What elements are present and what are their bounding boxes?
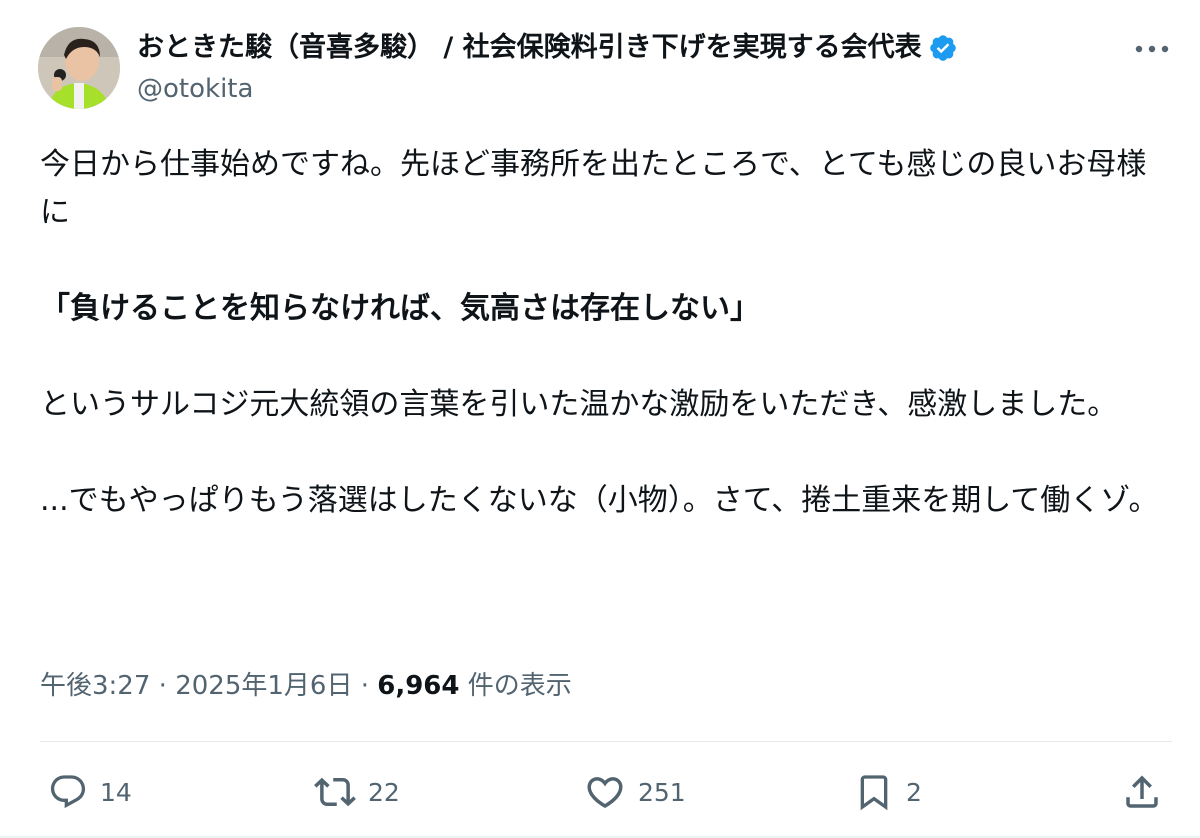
retweet-arrows-icon [314, 777, 356, 807]
tweet-paragraph-2: というサルコジ元大統領の言葉を引いた温かな激励をいただき、感激しました。 [40, 387, 1118, 422]
author-handle[interactable]: @otokita [137, 72, 253, 106]
verified-badge-icon [928, 33, 958, 63]
reply-count: 14 [100, 777, 132, 807]
tweet-time[interactable]: 午後3:27 [40, 671, 150, 701]
reply-bubble-icon [50, 775, 86, 809]
retweet-count: 22 [368, 777, 400, 807]
tweet-paragraph-1: 今日から仕事始めですね。先ほど事務所を出たところで、とても感じの良いお母様に [40, 147, 1147, 230]
more-options-button[interactable] [1130, 36, 1174, 62]
divider [40, 741, 1172, 742]
display-name-text: おときた駿（音喜多駿） / 社会保険料引き下げを実現する会代表 [137, 32, 922, 63]
bookmark-count: 2 [906, 777, 922, 807]
more-dots-icon [1135, 45, 1169, 53]
avatar-image [38, 27, 120, 109]
views-label: 件の表示 [459, 671, 572, 701]
share-button[interactable] [1121, 764, 1163, 820]
tweet-date[interactable]: 2025年1月6日 [175, 671, 352, 701]
author-display-name[interactable]: おときた駿（音喜多駿） / 社会保険料引き下げを実現する会代表 [137, 30, 958, 66]
retweet-button[interactable]: 22 [314, 764, 400, 820]
like-button[interactable]: 251 [584, 764, 686, 820]
bookmark-button[interactable]: 2 [854, 764, 922, 820]
tweet-quote: 「負けることを知らなければ、気高さは存在しない」 [40, 291, 760, 326]
like-count: 251 [638, 777, 686, 807]
heart-icon [587, 777, 623, 809]
tweet-meta: 午後3:27 · 2025年1月6日 · 6,964 件の表示 [40, 666, 572, 706]
bookmark-icon [860, 775, 888, 811]
meta-separator: · [150, 671, 176, 701]
reply-button[interactable]: 14 [48, 764, 132, 820]
author-avatar[interactable] [38, 27, 120, 109]
views-count: 6,964 [377, 671, 460, 701]
tweet-card: おときた駿（音喜多駿） / 社会保険料引き下げを実現する会代表 @otokita… [0, 0, 1200, 838]
meta-separator: · [352, 671, 378, 701]
action-bar: 14 22 251 2 [0, 764, 1200, 820]
share-upload-icon [1126, 775, 1158, 808]
tweet-paragraph-3: ...でもやっぱりもう落選はしたくないな（小物）。さて、捲土重来を期して働くゾ。 [40, 483, 1159, 518]
tweet-body: 今日から仕事始めですね。先ほど事務所を出たところで、とても感じの良いお母様に 「… [40, 141, 1165, 525]
